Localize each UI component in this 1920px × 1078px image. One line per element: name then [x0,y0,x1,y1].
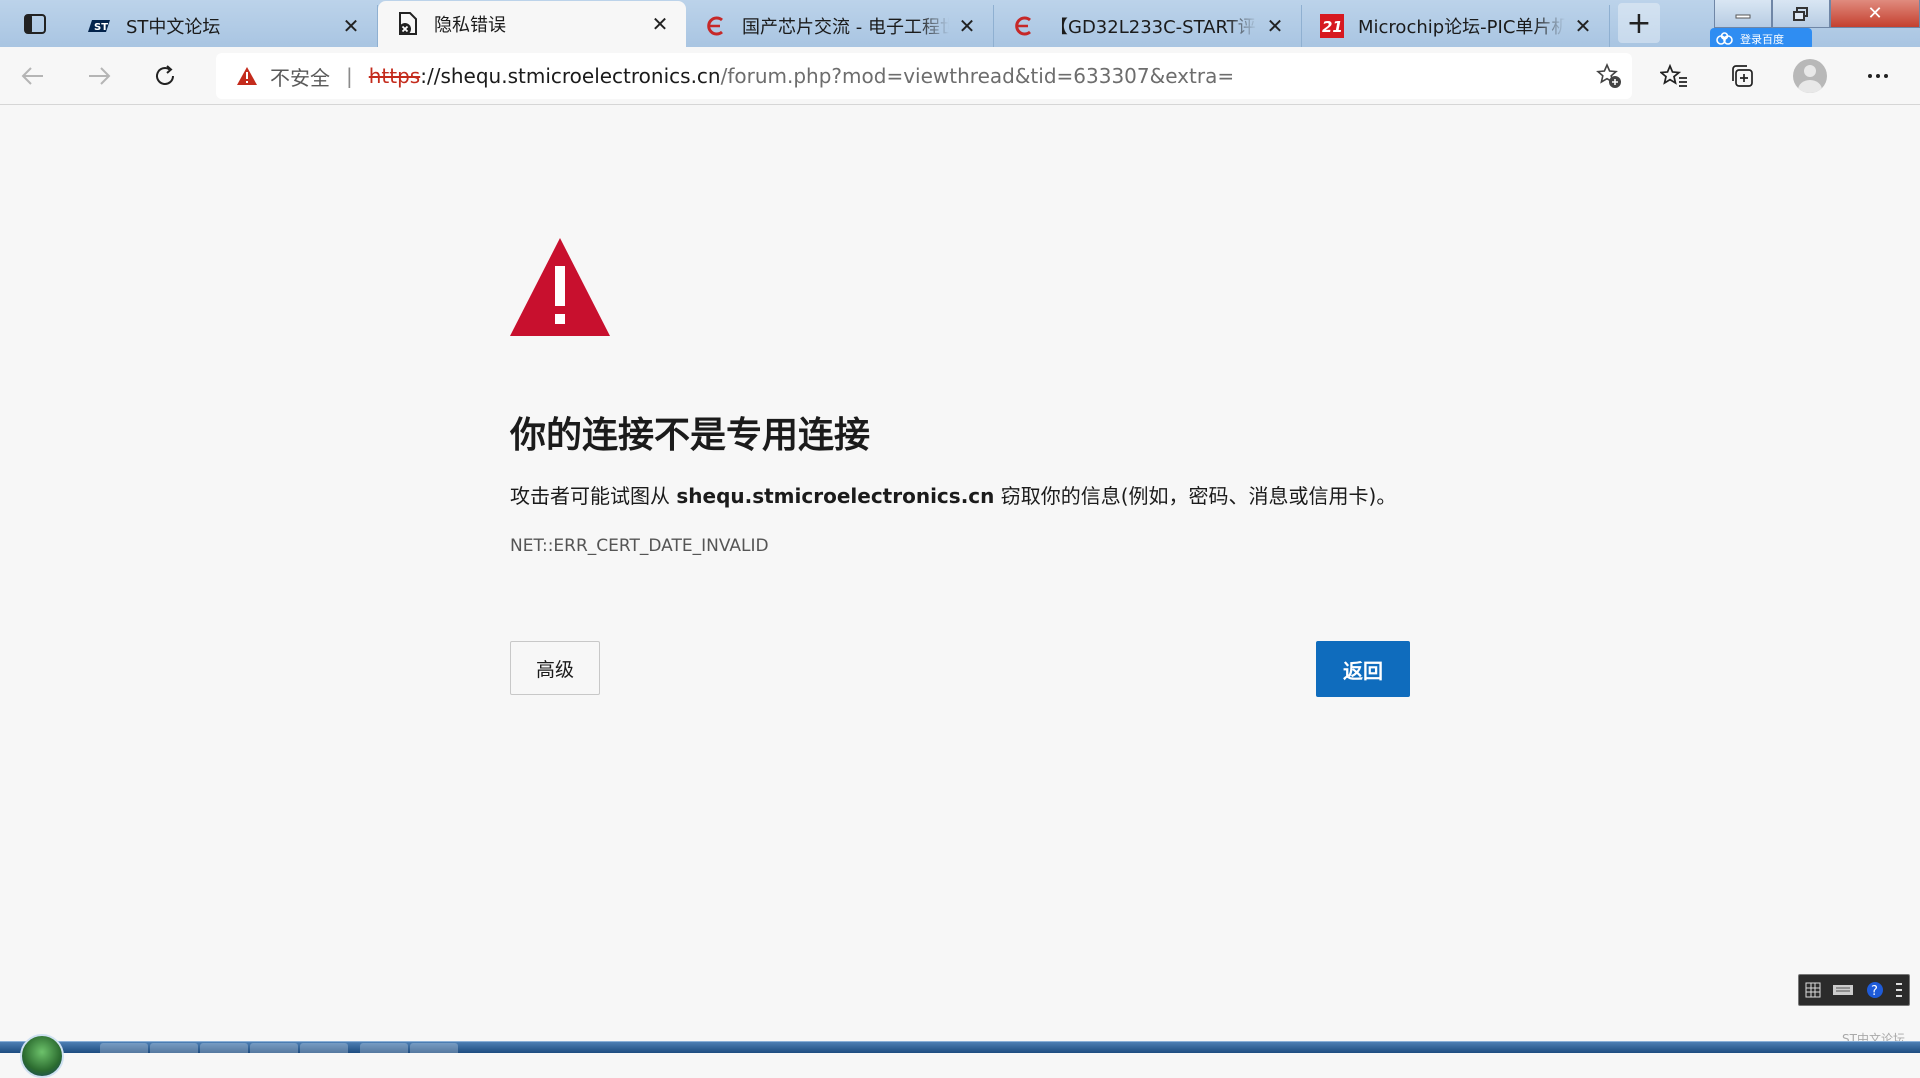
tab-title: ST中文论坛 [126,17,221,38]
advanced-button[interactable]: 高级 [510,641,600,695]
privacy-error-icon [396,12,420,36]
cloud-badge-label: 登录百度 [1740,33,1784,46]
tab-title: Microchip论坛-PIC单片机论坛 [1358,17,1565,38]
plus-icon: + [1626,5,1652,41]
eeworld-icon [704,14,728,38]
description-prefix: 攻击者可能试图从 [510,484,677,508]
taskbar-item[interactable] [250,1043,298,1053]
cloud-icon [1716,32,1733,45]
add-favorite-button[interactable] [1594,61,1624,91]
toolbar-right [1640,47,1912,105]
minimize-button[interactable] [1714,0,1772,28]
error-page: 你的连接不是专用连接 攻击者可能试图从 shequ.stmicroelectro… [0,106,1920,1041]
star-add-icon [1596,63,1621,88]
21ic-label: 21 [1322,18,1343,36]
browser-toolbar: 不安全 | https://shequ.stmicroelectronics.c… [0,47,1920,105]
ime-toolbar[interactable]: ? [1798,974,1910,1006]
restore-button[interactable] [1772,0,1830,28]
tab-title: 隐私错误 [434,15,506,36]
taskbar-item[interactable] [410,1043,458,1053]
taskbar-item[interactable] [200,1043,248,1053]
refresh-icon [156,64,174,85]
keyboard-icon [1833,985,1854,995]
address-bar[interactable]: 不安全 | https://shequ.stmicroelectronics.c… [216,53,1632,99]
forward-nav-button[interactable] [66,47,132,105]
page-title: 你的连接不是专用连接 [510,415,871,456]
tab-microchip-forum[interactable]: 21 Microchip论坛-PIC单片机论坛 ✕ [1302,5,1610,47]
minimize-icon [1735,14,1751,18]
not-secure-label[interactable]: 不安全 [270,62,330,91]
tab-actions-menu-button[interactable] [18,8,52,40]
tab-privacy-error[interactable]: 隐私错误 ✕ [378,1,686,47]
st-logo-icon: ST [88,14,112,38]
taskbar-item[interactable] [100,1043,148,1053]
back-nav-button[interactable] [0,47,66,105]
go-back-button[interactable]: 返回 [1316,641,1410,697]
address-separator: | [346,64,353,88]
help-icon: ? [1866,982,1883,999]
error-description: 攻击者可能试图从 shequ.stmicroelectronics.cn 窃取你… [510,480,1396,509]
refresh-button[interactable] [132,47,198,105]
url-path: /forum.php?mod=viewthread&tid=633307&ext… [720,64,1235,88]
tab-gd32-review[interactable]: 【GD32L233C-START评测】 ✕ [994,5,1302,47]
settings-menu-button[interactable] [1844,47,1912,105]
favorites-icon [1660,64,1687,87]
start-button[interactable] [20,1034,64,1078]
eeworld-icon [1012,14,1036,38]
favorites-button[interactable] [1640,47,1708,105]
more-horizontal-icon [1868,74,1888,78]
tab-st-forum[interactable]: ST ST中文论坛 ✕ [70,5,378,47]
arrow-left-icon [21,66,43,85]
restore-icon [1793,6,1808,21]
window-controls: ✕ [1714,0,1920,30]
url-host: ://shequ.stmicroelectronics.cn [420,64,721,88]
taskbar-item[interactable] [150,1043,198,1053]
svg-text:?: ? [1871,984,1878,999]
description-suffix: 窃取你的信息(例如，密码、消息或信用卡)。 [994,484,1397,508]
error-code: NET::ERR_CERT_DATE_INVALID [510,536,769,556]
collections-button[interactable] [1708,47,1776,105]
close-tab-icon[interactable]: ✕ [339,14,363,38]
warning-triangle-icon [237,67,257,85]
tab-title: 【GD32L233C-START评测】 [1050,17,1257,38]
profile-button[interactable] [1776,47,1844,105]
tab-title: 国产芯片交流 - 电子工程世界 [742,17,949,38]
tab-eeworld-domestic-chips[interactable]: 国产芯片交流 - 电子工程世界 ✕ [686,5,994,47]
collections-icon [1732,65,1753,87]
taskbar-item-active[interactable] [300,1043,348,1053]
avatar [1793,59,1827,93]
close-window-button[interactable]: ✕ [1830,0,1920,28]
tab-strip: ST ST中文论坛 ✕ 隐私错误 ✕ 国产芯片交流 - 电子工程世界 ✕ 【GD… [0,0,1920,47]
taskbar-item[interactable] [360,1043,408,1053]
close-tab-icon[interactable]: ✕ [1263,14,1287,38]
arrow-right-icon [89,66,111,85]
svg-text:ST: ST [94,22,108,33]
options-icon [1896,983,1903,997]
keyboard-grid-icon [1805,982,1821,998]
description-host: shequ.stmicroelectronics.cn [676,484,995,508]
close-tab-icon[interactable]: ✕ [1571,14,1595,38]
close-tab-icon[interactable]: ✕ [648,12,672,36]
close-tab-icon[interactable]: ✕ [955,14,979,38]
close-icon: ✕ [1867,3,1883,24]
tab-actions [0,0,70,47]
21ic-icon: 21 [1320,14,1344,38]
tab-actions-icon [24,13,46,34]
new-tab-button[interactable]: + [1618,3,1660,43]
url-scheme: https [368,64,421,88]
large-warning-icon [510,238,610,336]
